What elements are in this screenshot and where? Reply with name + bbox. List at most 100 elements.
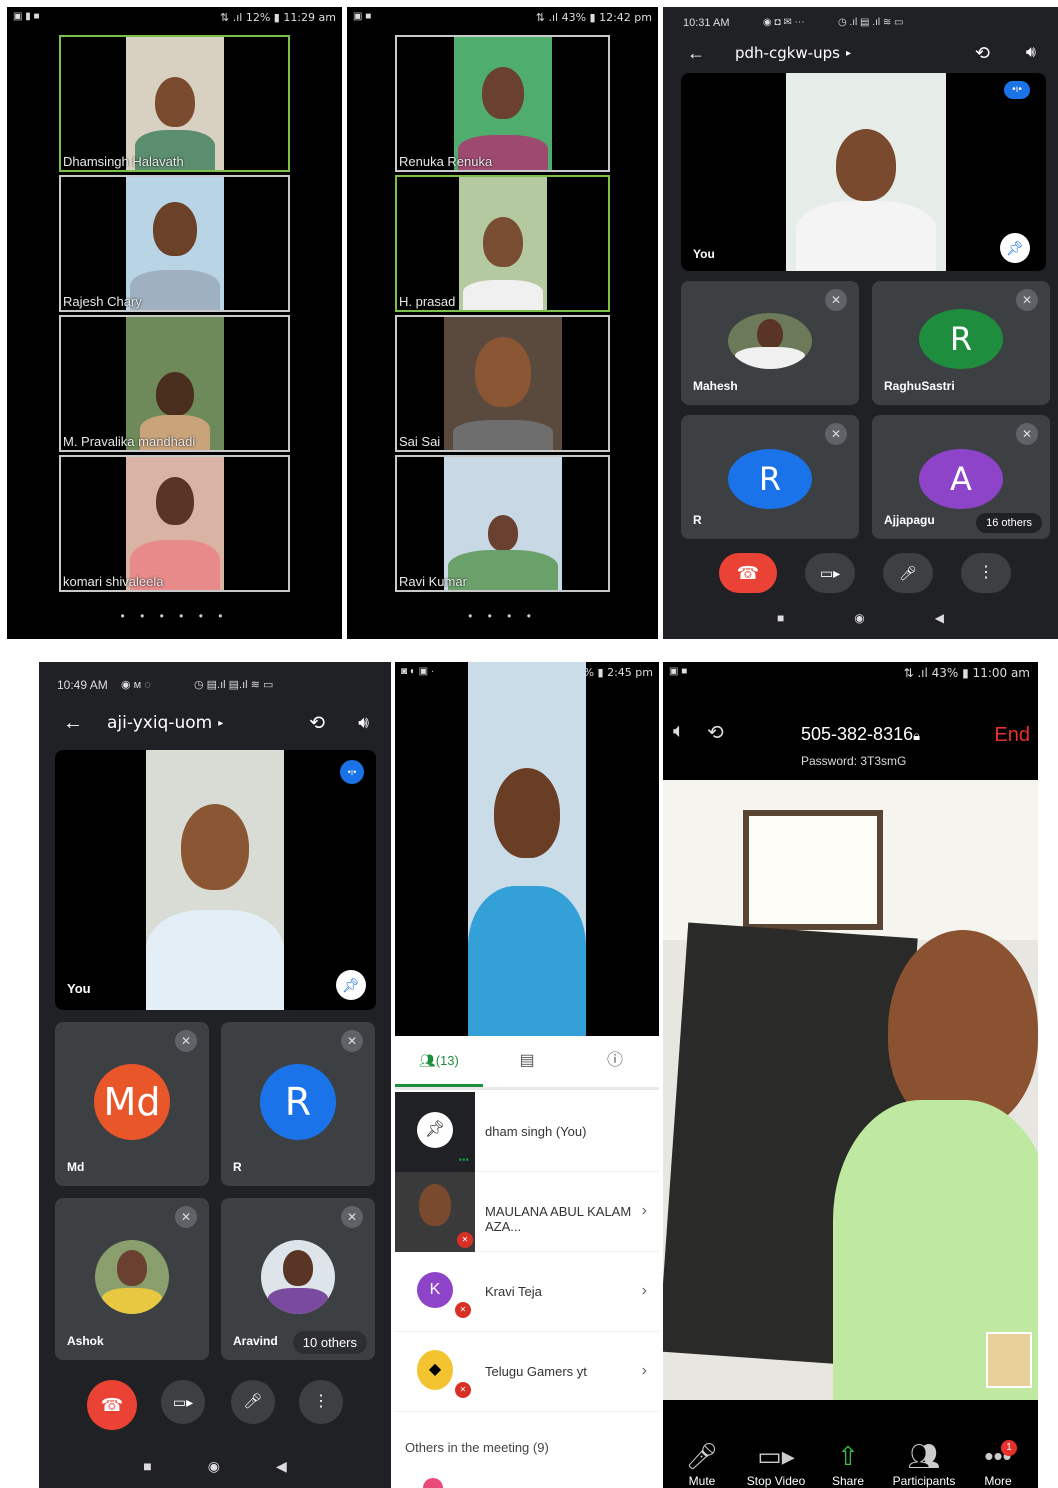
speaker-toggle-icon[interactable]: 🔈︎ (673, 720, 685, 743)
meeting-code[interactable]: pdh-cgkw-ups (735, 44, 840, 62)
speaking-indicator-icon: •ı• (340, 760, 364, 784)
video-tile[interactable]: komari shivaleela (59, 455, 290, 592)
participant-name: Kravi Teja (485, 1284, 542, 1299)
mic-off-icon: ✕ (1016, 289, 1038, 311)
more-options-button[interactable]: ⋮ (299, 1380, 343, 1424)
video-tile[interactable]: Renuka Renuka (395, 35, 610, 172)
android-nav-bar: ■ ◉ ◀ (39, 1458, 391, 1482)
self-thumbnail[interactable] (986, 1332, 1032, 1388)
participant-card[interactable]: R ✕ RaghuSastri (872, 281, 1050, 405)
status-icons-left: ▣ ■ (353, 11, 372, 22)
mic-off-icon: ✕ (455, 1382, 471, 1398)
mute-button[interactable]: 🎤︎ Mute (667, 1438, 737, 1488)
end-call-button[interactable]: ☎ (719, 553, 777, 593)
meet-header: ← pdh-cgkw-ups ▸ ⟲ 🔊︎ (663, 41, 1058, 65)
back-arrow-icon[interactable]: ← (63, 712, 83, 735)
switch-camera-icon[interactable]: ⟲ (975, 43, 990, 64)
participant-avatar: Md (94, 1064, 170, 1140)
meeting-id[interactable]: 505-382-8316🔒︎ (801, 724, 920, 745)
video-tile[interactable]: Ravi Kumar (395, 455, 610, 592)
status-bar: ⇅ .ıl 43% ▮ 11:00 am (903, 666, 1030, 680)
zoom-participants-panel: ◙ ◐ ▣ · ⇅ .ıl 42% ▮ 2:45 pm 👥︎(13) ▤ ⓘ 📌… (395, 662, 659, 1488)
participant-name: dham singh (You) (485, 1124, 587, 1139)
tab-chat[interactable]: ▤ (483, 1036, 571, 1087)
self-label: You (67, 981, 91, 996)
participant-card[interactable]: R ✕ R (221, 1022, 375, 1186)
participant-video (125, 457, 224, 590)
participants-tab-bar: 👥︎(13) ▤ ⓘ (395, 1036, 659, 1090)
info-icon: ⓘ (606, 1052, 623, 1069)
status-icons-right: ◷ ▤.ıl ▤.ıl ≋ ▭ (194, 679, 274, 691)
speaker-video[interactable] (663, 780, 1038, 1400)
caret-right-icon[interactable]: ▸ (846, 48, 851, 59)
self-video[interactable]: You •ı• 📌︎ (681, 73, 1046, 271)
participant-card[interactable]: ✕ Ashok (55, 1198, 209, 1360)
nav-recent-icon[interactable]: ■ (777, 611, 784, 639)
meeting-code[interactable]: aji-yxiq-uom (107, 713, 212, 733)
active-speaker-video[interactable]: ◙ ◐ ▣ · ⇅ .ıl 42% ▮ 2:45 pm (395, 662, 659, 1036)
participant-card[interactable]: Md ✕ Md (55, 1022, 209, 1186)
nav-home-icon[interactable]: ◉ (208, 1458, 220, 1482)
back-arrow-icon[interactable]: ← (687, 43, 705, 64)
participant-card[interactable]: ✕ Aravind 10 others (221, 1198, 375, 1360)
more-button[interactable]: ••• More (963, 1438, 1033, 1488)
others-count[interactable]: 16 others (976, 513, 1042, 533)
participant-video (125, 37, 224, 170)
end-button[interactable]: End (994, 724, 1030, 747)
page-indicator[interactable]: • • • • (347, 609, 658, 623)
status-bar: ⇅ .ıl 43% ▮ 12:42 pm (535, 11, 652, 24)
switch-camera-icon[interactable]: ⟲ (309, 712, 325, 735)
participant-card[interactable]: R ✕ R (681, 415, 859, 539)
participant-thumbnail: ✕ (395, 1172, 475, 1252)
pin-icon[interactable]: 📌︎ (336, 970, 366, 1000)
participant-name: komari shivaleela (63, 574, 164, 589)
stop-video-button[interactable]: ▭▸ Stop Video (741, 1438, 811, 1488)
self-video[interactable]: You •ı• 📌︎ (55, 750, 376, 1010)
video-tile[interactable]: H. prasad (395, 175, 610, 312)
more-options-button[interactable]: ⋮ (961, 553, 1011, 593)
speaker-icon[interactable]: 🔊︎ (358, 713, 369, 733)
pin-icon[interactable]: 📌︎ (1000, 233, 1030, 263)
video-tile[interactable]: M. Pravalika mandhadi (59, 315, 290, 452)
participant-avatar: R (728, 449, 812, 509)
participant-video (125, 317, 224, 450)
nav-back-icon[interactable]: ◀ (276, 1458, 287, 1482)
participant-name: RaghuSastri (884, 379, 955, 393)
page-indicator[interactable]: • • • • • • (7, 609, 342, 623)
tab-info[interactable]: ⓘ (571, 1036, 659, 1087)
participants-button[interactable]: 👥︎ Participants (885, 1438, 963, 1488)
chevron-right-icon: › (641, 1362, 647, 1379)
participant-row[interactable]: 📌︎ ••• dham singh (You) (395, 1092, 659, 1172)
mic-button[interactable]: 🎤︎ (883, 553, 933, 593)
status-icons-left: ▣ ■ (669, 666, 688, 677)
switch-camera-icon[interactable]: ⟲ (707, 720, 724, 745)
video-tile[interactable]: Dhamsingh Halavath (59, 35, 290, 172)
camera-toggle-button[interactable]: ▭▸ (161, 1380, 205, 1424)
mic-off-icon: ✕ (175, 1030, 197, 1052)
mic-button[interactable]: 🎤︎ (231, 1380, 275, 1424)
tab-participants[interactable]: 👥︎(13) (395, 1036, 483, 1087)
participant-name: Mahesh (693, 379, 738, 393)
video-tile[interactable]: Rajesh Chary (59, 175, 290, 312)
nav-back-icon[interactable]: ◀ (935, 611, 944, 639)
participant-card[interactable]: A ✕ Ajjapagu 16 others (872, 415, 1050, 539)
speaker-icon[interactable]: 🔊︎ (1026, 44, 1036, 62)
participants-count: (13) (435, 1053, 459, 1068)
status-icons-left: ◙ ◐ ▣ · (401, 666, 435, 677)
video-tile[interactable]: Sai Sai (395, 315, 610, 452)
caret-right-icon[interactable]: ▸ (218, 718, 223, 729)
camera-toggle-button[interactable]: ▭▸ (805, 553, 855, 593)
participant-video (443, 457, 562, 590)
end-call-button[interactable]: ☎ (87, 1380, 137, 1430)
others-count[interactable]: 10 others (292, 1331, 367, 1354)
meet-panel-2: 10:49 AM ◉ ᴍ ◌ ◷ ▤.ıl ▤.ıl ≋ ▭ ← aji-yxi… (39, 662, 391, 1488)
participant-card[interactable]: ✕ Mahesh (681, 281, 859, 405)
speaking-indicator-icon: •ı• (1004, 81, 1030, 99)
status-icons-left: ▣ ▮ ■ (13, 11, 40, 22)
share-button[interactable]: ⇧ Share (813, 1438, 883, 1488)
participant-row[interactable]: K ✕ Kravi Teja › (395, 1252, 659, 1332)
participant-row[interactable]: ✕ MAULANA ABUL KALAM AZA... › (395, 1172, 659, 1252)
nav-recent-icon[interactable]: ■ (143, 1458, 151, 1482)
nav-home-icon[interactable]: ◉ (854, 611, 864, 639)
participant-row[interactable]: ◆ ✕ Telugu Gamers yt › (395, 1332, 659, 1412)
